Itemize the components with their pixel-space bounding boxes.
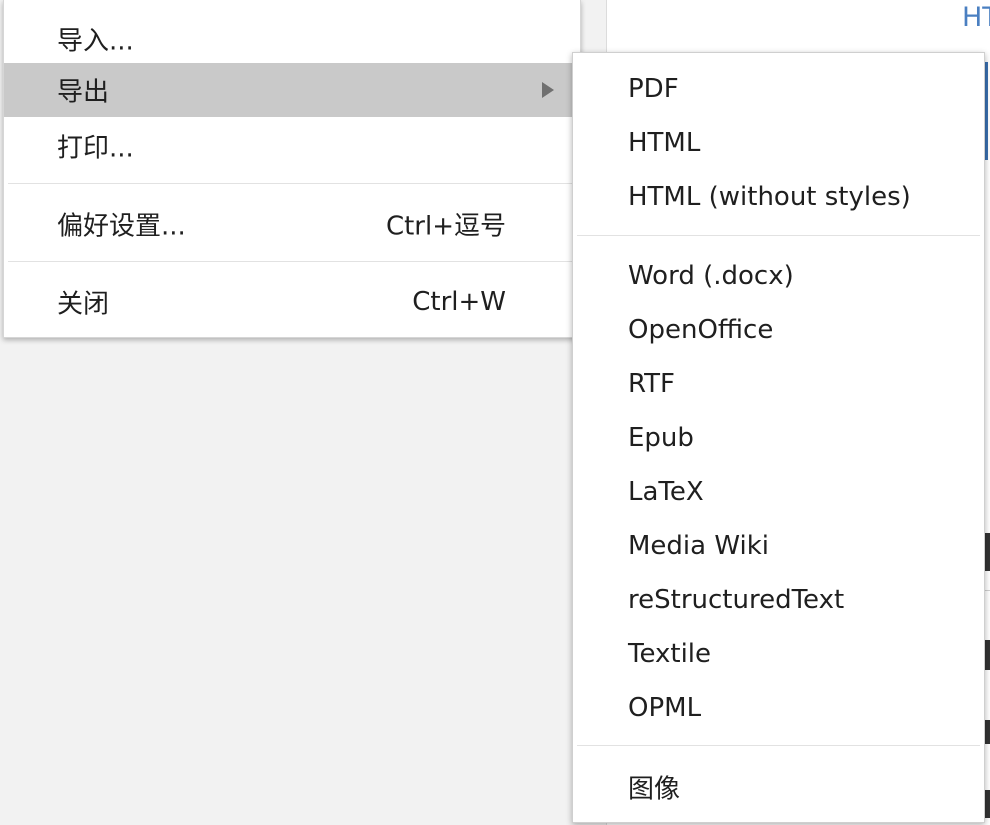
- export-submenu: PDF HTML HTML (without styles) Word (.do…: [572, 52, 985, 823]
- submenu-item-rtf[interactable]: RTF: [573, 357, 984, 411]
- submenu-item-label: Epub: [628, 423, 694, 453]
- submenu-item-media-wiki[interactable]: Media Wiki: [573, 519, 984, 573]
- submenu-item-label: Textile: [628, 639, 712, 669]
- dark-mark: [985, 640, 990, 670]
- menu-item-export[interactable]: 导出: [4, 63, 580, 117]
- file-menu: 导入... 导出 打印... 偏好设置... Ctrl+逗号 关闭 Ctrl+W: [3, 0, 581, 338]
- dark-mark: [985, 533, 990, 571]
- submenu-item-openoffice[interactable]: OpenOffice: [573, 303, 984, 357]
- menu-item-label: 偏好设置...: [57, 211, 186, 242]
- menu-item-shortcut: Ctrl+W: [412, 287, 506, 317]
- submenu-item-label: 图像: [628, 774, 681, 805]
- submenu-item-epub[interactable]: Epub: [573, 411, 984, 465]
- divider-line: [985, 590, 990, 591]
- menu-item-preferences[interactable]: 偏好设置... Ctrl+逗号: [4, 197, 580, 251]
- submenu-item-html[interactable]: HTML: [573, 116, 984, 170]
- submenu-item-html-without-styles[interactable]: HTML (without styles): [573, 170, 984, 224]
- dark-mark: [985, 720, 990, 744]
- menu-item-label: 导出: [57, 77, 110, 108]
- submenu-item-label: OPML: [628, 693, 702, 723]
- menu-item-import[interactable]: 导入...: [4, 12, 580, 66]
- submenu-item-label: Media Wiki: [628, 531, 769, 561]
- submenu-item-label: Word (.docx): [628, 261, 794, 291]
- submenu-item-label: LaTeX: [628, 477, 704, 507]
- menu-item-label: 导入...: [57, 26, 134, 57]
- submenu-item-label: reStructuredText: [628, 585, 845, 615]
- menu-item-close[interactable]: 关闭 Ctrl+W: [4, 275, 580, 329]
- menu-item-print[interactable]: 打印...: [4, 119, 580, 173]
- submenu-item-label: HTML: [628, 128, 701, 158]
- submenu-item-image[interactable]: 图像: [573, 760, 984, 814]
- submenu-item-pdf[interactable]: PDF: [573, 62, 984, 116]
- chevron-right-icon: [542, 82, 554, 98]
- menu-separator: [8, 261, 576, 262]
- blue-rule: [985, 62, 988, 160]
- menu-item-label: 关闭: [57, 289, 110, 320]
- menu-item-shortcut: Ctrl+逗号: [385, 211, 506, 242]
- menu-item-label: 打印...: [57, 133, 134, 164]
- dark-mark: [985, 790, 990, 818]
- submenu-item-label: PDF: [628, 74, 679, 104]
- menu-separator: [8, 183, 576, 184]
- submenu-item-opml[interactable]: OPML: [573, 681, 984, 735]
- submenu-item-textile[interactable]: Textile: [573, 627, 984, 681]
- background-link[interactable]: HT: [962, 2, 990, 33]
- menu-separator: [577, 235, 980, 236]
- submenu-item-label: RTF: [628, 369, 676, 399]
- menu-separator: [577, 745, 980, 746]
- submenu-item-word[interactable]: Word (.docx): [573, 249, 984, 303]
- submenu-item-restructuredtext[interactable]: reStructuredText: [573, 573, 984, 627]
- submenu-item-label: OpenOffice: [628, 315, 774, 345]
- submenu-item-latex[interactable]: LaTeX: [573, 465, 984, 519]
- submenu-item-label: HTML (without styles): [628, 182, 911, 212]
